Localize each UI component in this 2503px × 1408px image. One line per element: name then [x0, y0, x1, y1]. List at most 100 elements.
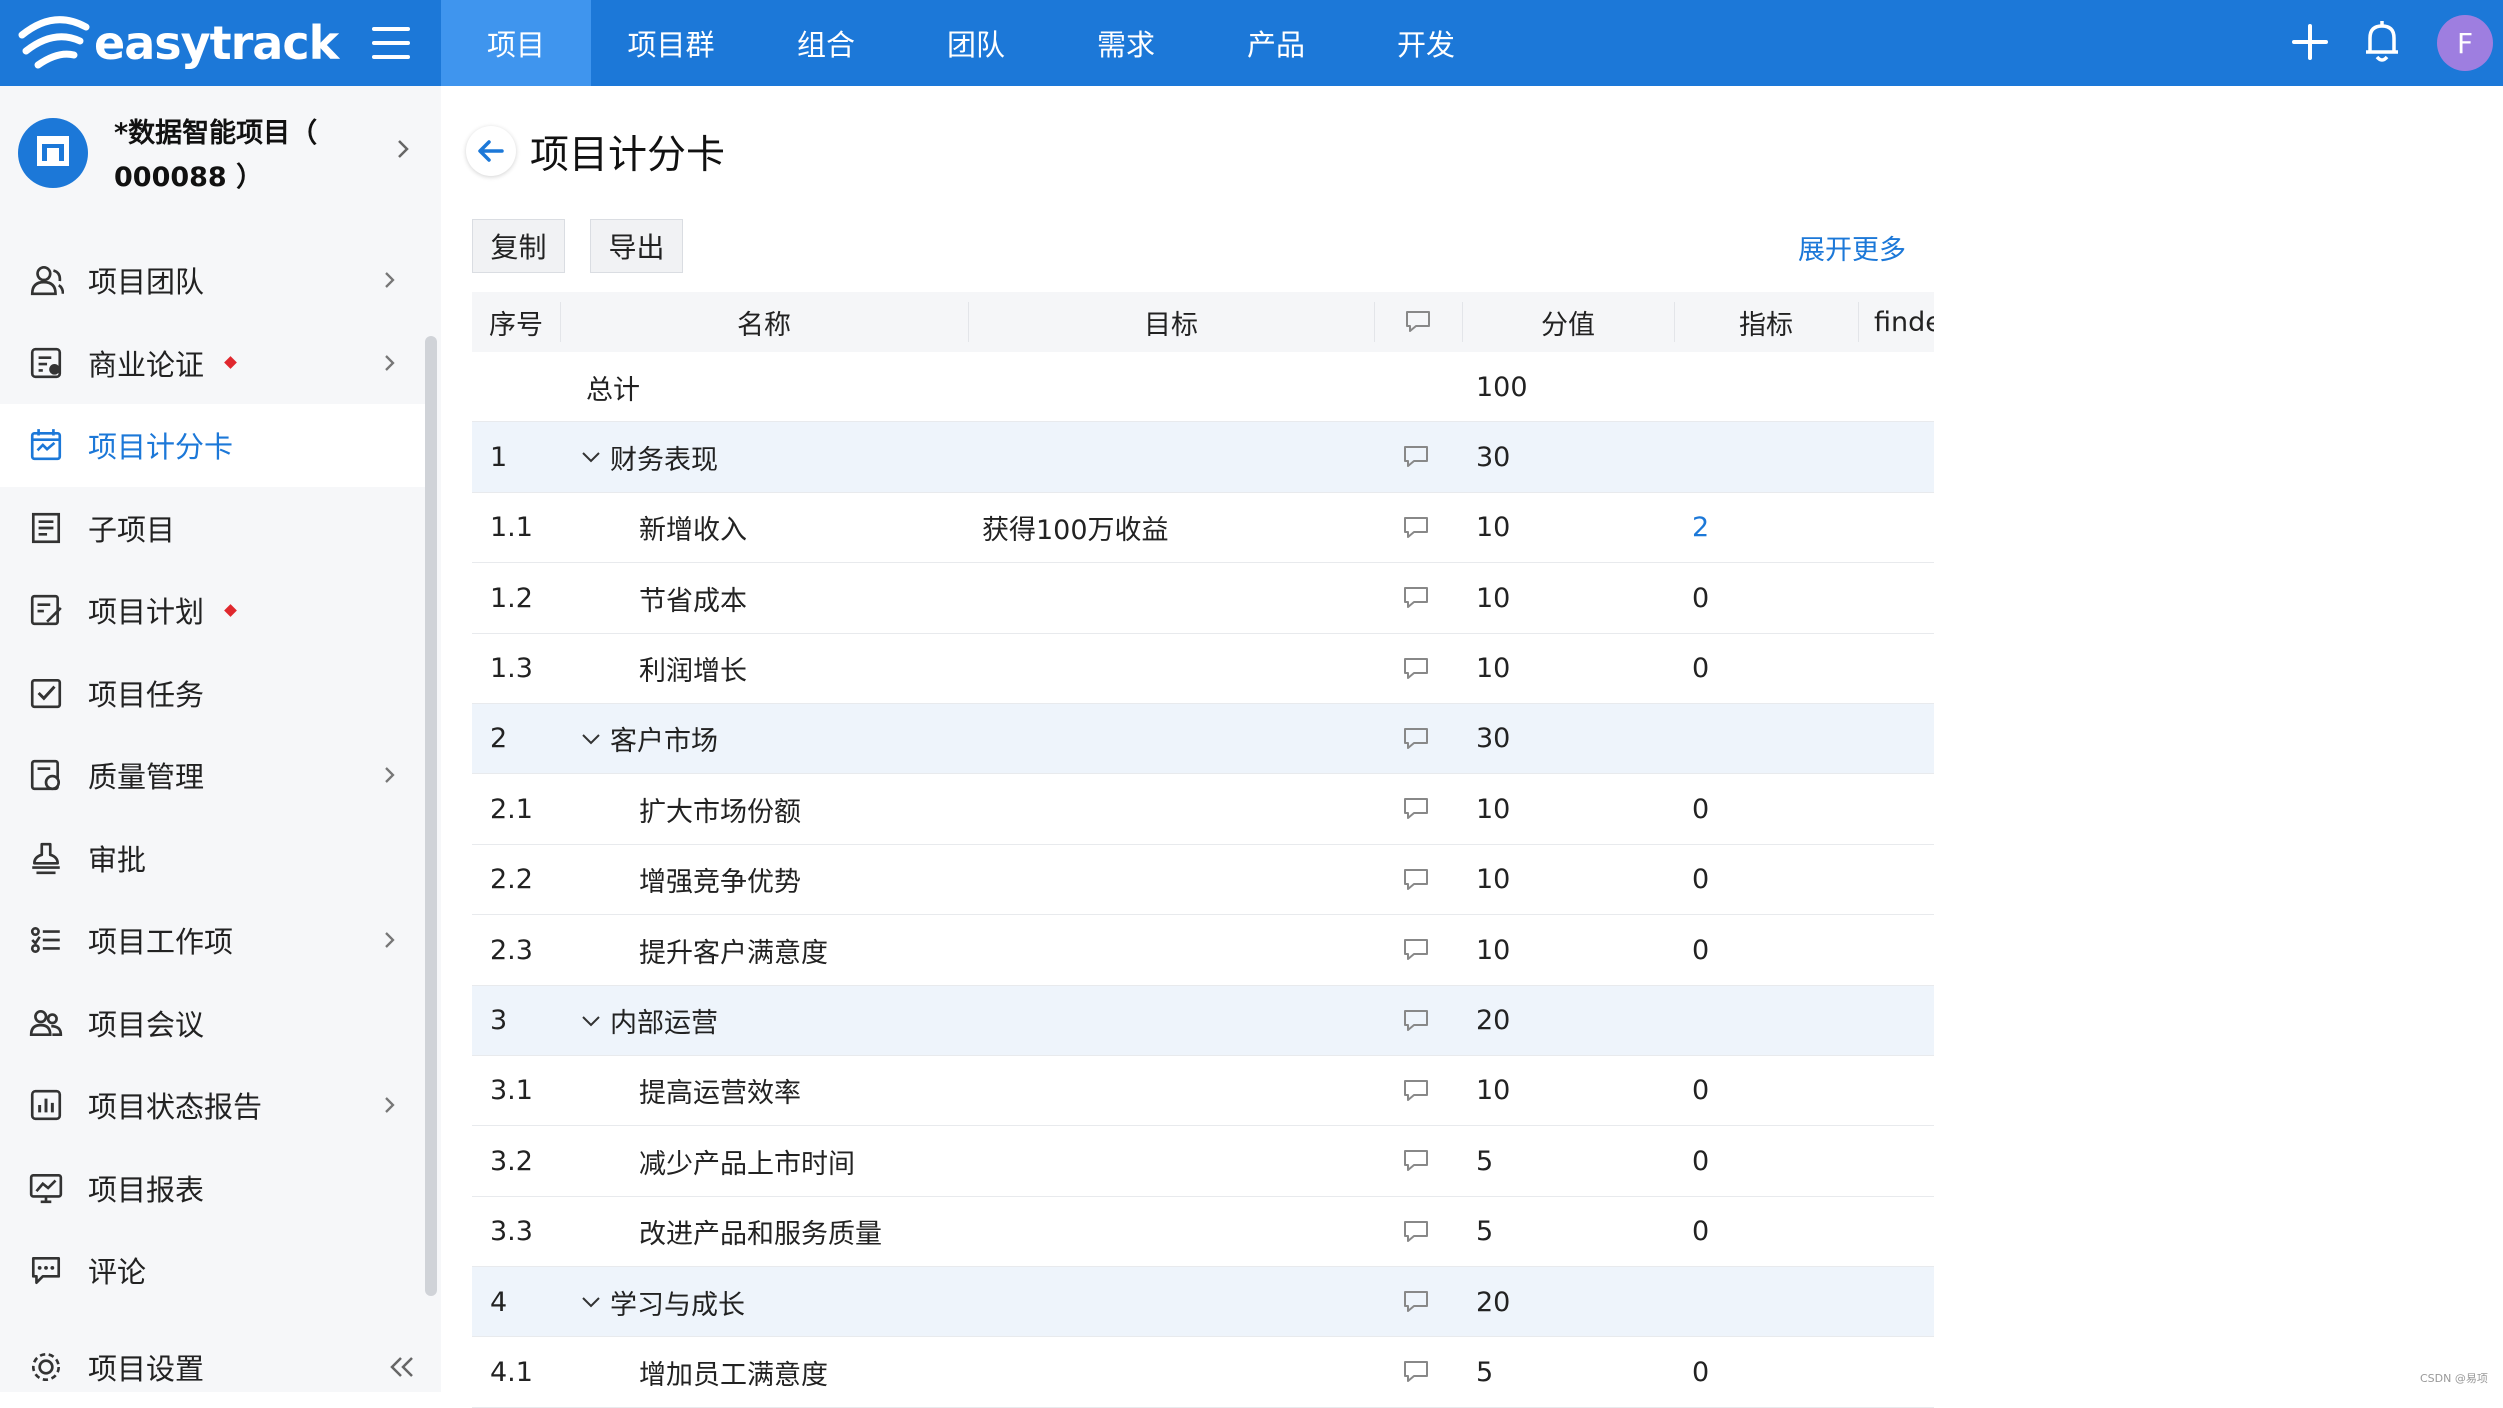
sidebar-item-9[interactable]: 项目会议 — [0, 982, 425, 1065]
comment-icon[interactable] — [1402, 726, 1430, 752]
cell-name[interactable]: 客户市场 — [580, 704, 718, 774]
sidebar-item-label: 审批 — [88, 837, 146, 879]
cell-seq: 3.3 — [490, 1197, 533, 1267]
comment-icon[interactable] — [1402, 656, 1430, 682]
cell-score: 10 — [1476, 634, 1510, 704]
sidebar-item-6[interactable]: 质量管理 — [0, 734, 425, 817]
table-row[interactable]: 3.1提高运营效率100 — [472, 1056, 1934, 1126]
sidebar-item-13[interactable]: 项目设置 — [0, 1326, 425, 1408]
logo[interactable]: easytrack — [18, 12, 338, 74]
cell-score: 10 — [1476, 845, 1510, 915]
cell-indicator[interactable]: 2 — [1692, 493, 1709, 563]
table-row[interactable]: 1.1新增收入获得100万收益102 — [472, 493, 1934, 563]
comment-icon[interactable] — [1402, 444, 1430, 470]
comment-icon — [28, 1252, 64, 1288]
chevron-right-icon[interactable] — [392, 138, 414, 160]
table-row[interactable]: 1.3利润增长100 — [472, 634, 1934, 704]
cell-name[interactable]: 学习与成长 — [580, 1267, 745, 1337]
cell-name[interactable]: 财务表现 — [580, 422, 718, 492]
sidebar-item-label: 项目团队 — [88, 259, 204, 301]
cell-seq: 2.1 — [490, 774, 533, 844]
cell-seq: 3.1 — [490, 1056, 533, 1126]
nav-item-6[interactable]: 开发 — [1351, 0, 1501, 86]
table-group-row[interactable]: 4 学习与成长 20 — [472, 1267, 1934, 1337]
cell-indicator: 0 — [1692, 915, 1709, 985]
sidebar-item-11[interactable]: 项目报表 — [0, 1147, 425, 1230]
settings-icon — [28, 1349, 64, 1385]
plan-icon — [28, 592, 64, 628]
cell-indicator: 0 — [1692, 1126, 1709, 1196]
table-row[interactable]: 2.3提升客户满意度100 — [472, 915, 1934, 985]
sidebar-item-2[interactable]: 项目计分卡 — [0, 404, 425, 487]
table-group-row[interactable]: 3内部运营20 — [472, 986, 1934, 1056]
sidebar-item-label: 商业论证 — [88, 342, 204, 384]
sidebar-item-8[interactable]: 项目工作项 — [0, 899, 425, 982]
table-group-row[interactable]: 1财务表现30 — [472, 422, 1934, 492]
sidebar-item-5[interactable]: 项目任务 — [0, 652, 425, 735]
bell-icon[interactable] — [2362, 18, 2402, 64]
sidebar-item-4[interactable]: 项目计划 — [0, 569, 425, 652]
expand-more-link[interactable]: 展开更多 — [1798, 228, 1906, 267]
chevron-right-icon — [380, 765, 400, 785]
table-header: 序号 名称 目标 分值 指标 finde — [472, 292, 1934, 352]
table-row[interactable]: 2.1扩大市场份额100 — [472, 774, 1934, 844]
chevron-down-icon[interactable] — [580, 728, 602, 750]
comment-icon[interactable] — [1402, 1219, 1430, 1245]
menu-toggle-icon[interactable] — [372, 24, 410, 62]
sidebar-item-10[interactable]: 项目状态报告 — [0, 1064, 425, 1147]
comment-icon[interactable] — [1402, 1008, 1430, 1034]
copy-button[interactable]: 复制 — [472, 219, 565, 273]
comment-icon[interactable] — [1402, 1078, 1430, 1104]
export-button[interactable]: 导出 — [590, 219, 683, 273]
sidebar-item-0[interactable]: 项目团队 — [0, 239, 425, 322]
report-icon — [28, 1170, 64, 1206]
chevron-down-icon[interactable] — [580, 446, 602, 468]
project-name: *数据智能项目（ 000088 ） — [114, 112, 354, 200]
cell-score: 30 — [1476, 704, 1510, 774]
cell-seq: 1.1 — [490, 493, 533, 563]
comment-icon[interactable] — [1402, 585, 1430, 611]
cell-name[interactable]: 内部运营 — [580, 986, 718, 1056]
nav-item-2[interactable]: 组合 — [751, 0, 901, 86]
cell-score: 10 — [1476, 493, 1510, 563]
table-row[interactable]: 3.3改进产品和服务质量50 — [472, 1197, 1934, 1267]
comment-icon[interactable] — [1402, 1148, 1430, 1174]
chevron-down-icon[interactable] — [580, 1291, 602, 1313]
main-nav: 项目项目群组合团队需求产品开发 — [441, 0, 1501, 86]
nav-item-5[interactable]: 产品 — [1201, 0, 1351, 86]
cell-score: 20 — [1476, 1267, 1510, 1337]
comment-icon[interactable] — [1402, 515, 1430, 541]
comment-icon[interactable] — [1402, 1359, 1430, 1385]
sidebar-item-1[interactable]: 商业论证 — [0, 322, 425, 405]
comment-icon[interactable] — [1402, 1289, 1430, 1315]
collapse-sidebar-icon[interactable] — [385, 1350, 419, 1384]
nav-item-1[interactable]: 项目群 — [591, 0, 751, 86]
cell-indicator: 0 — [1692, 1056, 1709, 1126]
table-row[interactable]: 3.2减少产品上市时间50 — [472, 1126, 1934, 1196]
nav-item-0[interactable]: 项目 — [441, 0, 591, 86]
cell-name: 节省成本 — [639, 563, 747, 633]
cell-seq: 4 — [490, 1267, 507, 1337]
sidebar-scrollbar[interactable] — [425, 336, 437, 1296]
table-row[interactable]: 1.2节省成本100 — [472, 563, 1934, 633]
nav-item-3[interactable]: 团队 — [901, 0, 1051, 86]
sidebar-item-12[interactable]: 评论 — [0, 1229, 425, 1312]
table-row[interactable]: 2.2增强竞争优势100 — [472, 845, 1934, 915]
user-avatar[interactable]: F — [2437, 15, 2493, 71]
nav-item-4[interactable]: 需求 — [1051, 0, 1201, 86]
sidebar-item-label: 项目设置 — [88, 1346, 204, 1388]
chevron-down-icon[interactable] — [580, 1010, 602, 1032]
project-header[interactable]: *数据智能项目（ 000088 ） — [0, 86, 441, 216]
back-button[interactable] — [466, 126, 516, 176]
comment-icon[interactable] — [1402, 937, 1430, 963]
table-group-row[interactable]: 2客户市场30 — [472, 704, 1934, 774]
plus-icon[interactable] — [2290, 22, 2330, 62]
sidebar-item-label: 项目任务 — [88, 672, 204, 714]
sidebar-item-3[interactable]: 子项目 — [0, 487, 425, 570]
status-report-icon — [28, 1087, 64, 1123]
comment-icon[interactable] — [1402, 867, 1430, 893]
table-row[interactable]: 4.1增加员工满意度50 — [472, 1337, 1934, 1407]
sidebar-item-label: 子项目 — [88, 507, 175, 549]
comment-icon[interactable] — [1402, 796, 1430, 822]
sidebar-item-7[interactable]: 审批 — [0, 817, 425, 900]
